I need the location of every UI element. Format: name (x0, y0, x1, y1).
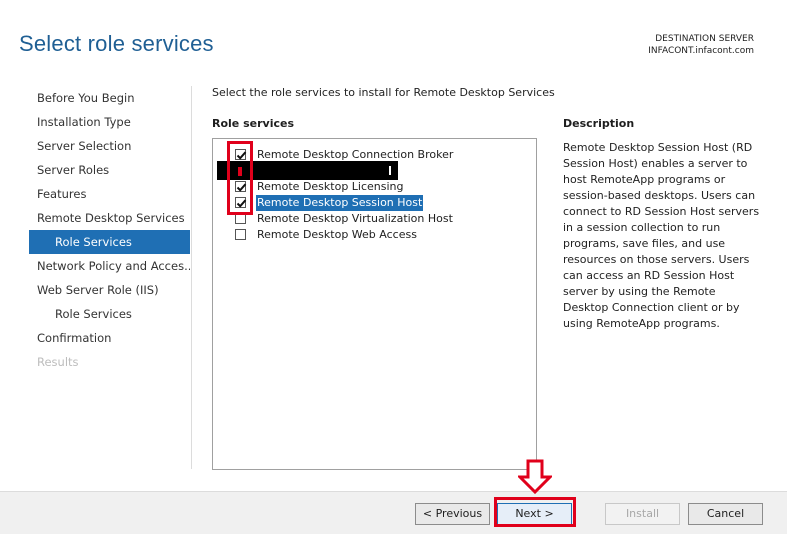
annotation-next-box (494, 497, 576, 527)
destination-server: DESTINATION SERVER INFACONT.infacont.com (648, 33, 754, 57)
cancel-button[interactable]: Cancel (688, 503, 763, 525)
description-text: Remote Desktop Session Host (RD Session … (563, 141, 760, 330)
nav-server-selection[interactable]: Server Selection (29, 134, 190, 158)
nav-results: Results (37, 355, 79, 369)
nav-role-services-active[interactable]: Role Services (29, 230, 190, 254)
wizard-footer: < Previous Next > Install Cancel (0, 491, 787, 534)
role-service-label: Remote Desktop Session Host (256, 195, 424, 211)
role-service-label: Remote Desktop Licensing (257, 180, 404, 193)
nav-divider (191, 86, 192, 469)
redaction-mark (389, 166, 391, 175)
previous-button[interactable]: < Previous (415, 503, 490, 525)
nav-features[interactable]: Features (29, 182, 190, 206)
role-services-heading: Role services (212, 117, 294, 130)
annotation-highlight-box (227, 141, 253, 215)
role-services-list: Remote Desktop Connection Broker Remote … (212, 138, 537, 470)
nav-confirmation[interactable]: Confirmation (29, 326, 190, 350)
page-title: Select role services (19, 31, 214, 56)
nav-remote-desktop-services[interactable]: Remote Desktop Services (29, 206, 190, 230)
destination-label: DESTINATION SERVER (655, 34, 754, 44)
nav-web-server-role[interactable]: Web Server Role (IIS) (29, 278, 190, 302)
arrow-down-icon (516, 459, 554, 499)
role-service-label: Remote Desktop Virtualization Host (257, 212, 453, 225)
nav-server-roles[interactable]: Server Roles (29, 158, 190, 182)
wizard-nav: Before You Begin Installation Type Serve… (29, 86, 190, 374)
instruction-text: Select the role services to install for … (212, 86, 555, 99)
nav-before-you-begin[interactable]: Before You Begin (29, 86, 190, 110)
install-button: Install (605, 503, 680, 525)
role-service-label: Remote Desktop Web Access (257, 228, 417, 241)
description-heading: Description (563, 117, 635, 130)
nav-network-policy[interactable]: Network Policy and Acces... (29, 254, 190, 278)
checkbox-unchecked-icon[interactable] (235, 229, 246, 240)
destination-value: INFACONT.infacont.com (648, 46, 754, 56)
nav-installation-type[interactable]: Installation Type (29, 110, 190, 134)
nav-web-role-services[interactable]: Role Services (29, 302, 190, 326)
